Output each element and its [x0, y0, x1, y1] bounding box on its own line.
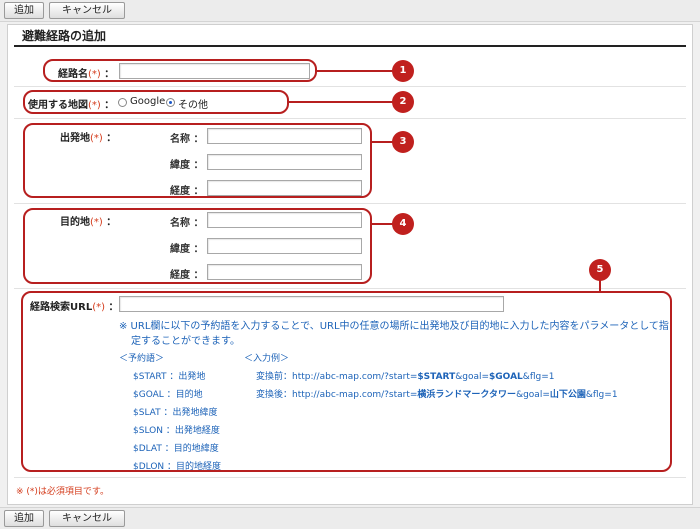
top-toolbar: 追加 キャンセル	[0, 0, 700, 22]
bottom-toolbar: 追加 キャンセル	[0, 507, 700, 529]
required-footnote: ※ (*)は必須項目です。	[16, 487, 110, 497]
callout-box-1	[43, 59, 317, 82]
callout-connector-3	[372, 141, 393, 143]
row-divider	[14, 477, 686, 478]
callout-box-2	[23, 90, 289, 114]
add-button-bottom[interactable]: 追加	[4, 510, 44, 527]
callout-connector-2	[289, 101, 393, 103]
callout-connector-4	[372, 223, 393, 225]
callout-badge-1: 1	[392, 60, 414, 82]
row-divider	[14, 118, 686, 119]
cancel-button-top[interactable]: キャンセル	[49, 2, 125, 19]
add-button-top[interactable]: 追加	[4, 2, 44, 19]
callout-box-5	[21, 291, 672, 472]
callout-badge-2: 2	[392, 91, 414, 113]
row-divider	[14, 288, 686, 289]
row-divider	[14, 86, 686, 87]
callout-badge-4: 4	[392, 213, 414, 235]
cancel-button-bottom[interactable]: キャンセル	[49, 510, 125, 527]
callout-badge-3: 3	[392, 131, 414, 153]
callout-badge-5: 5	[589, 259, 611, 281]
title-divider	[14, 45, 686, 47]
row-divider	[14, 203, 686, 204]
page-title: 避難経路の追加	[22, 29, 107, 43]
callout-connector-5	[599, 280, 601, 292]
callout-box-4	[23, 208, 372, 284]
callout-box-3	[23, 123, 372, 198]
callout-connector-1	[317, 70, 393, 72]
